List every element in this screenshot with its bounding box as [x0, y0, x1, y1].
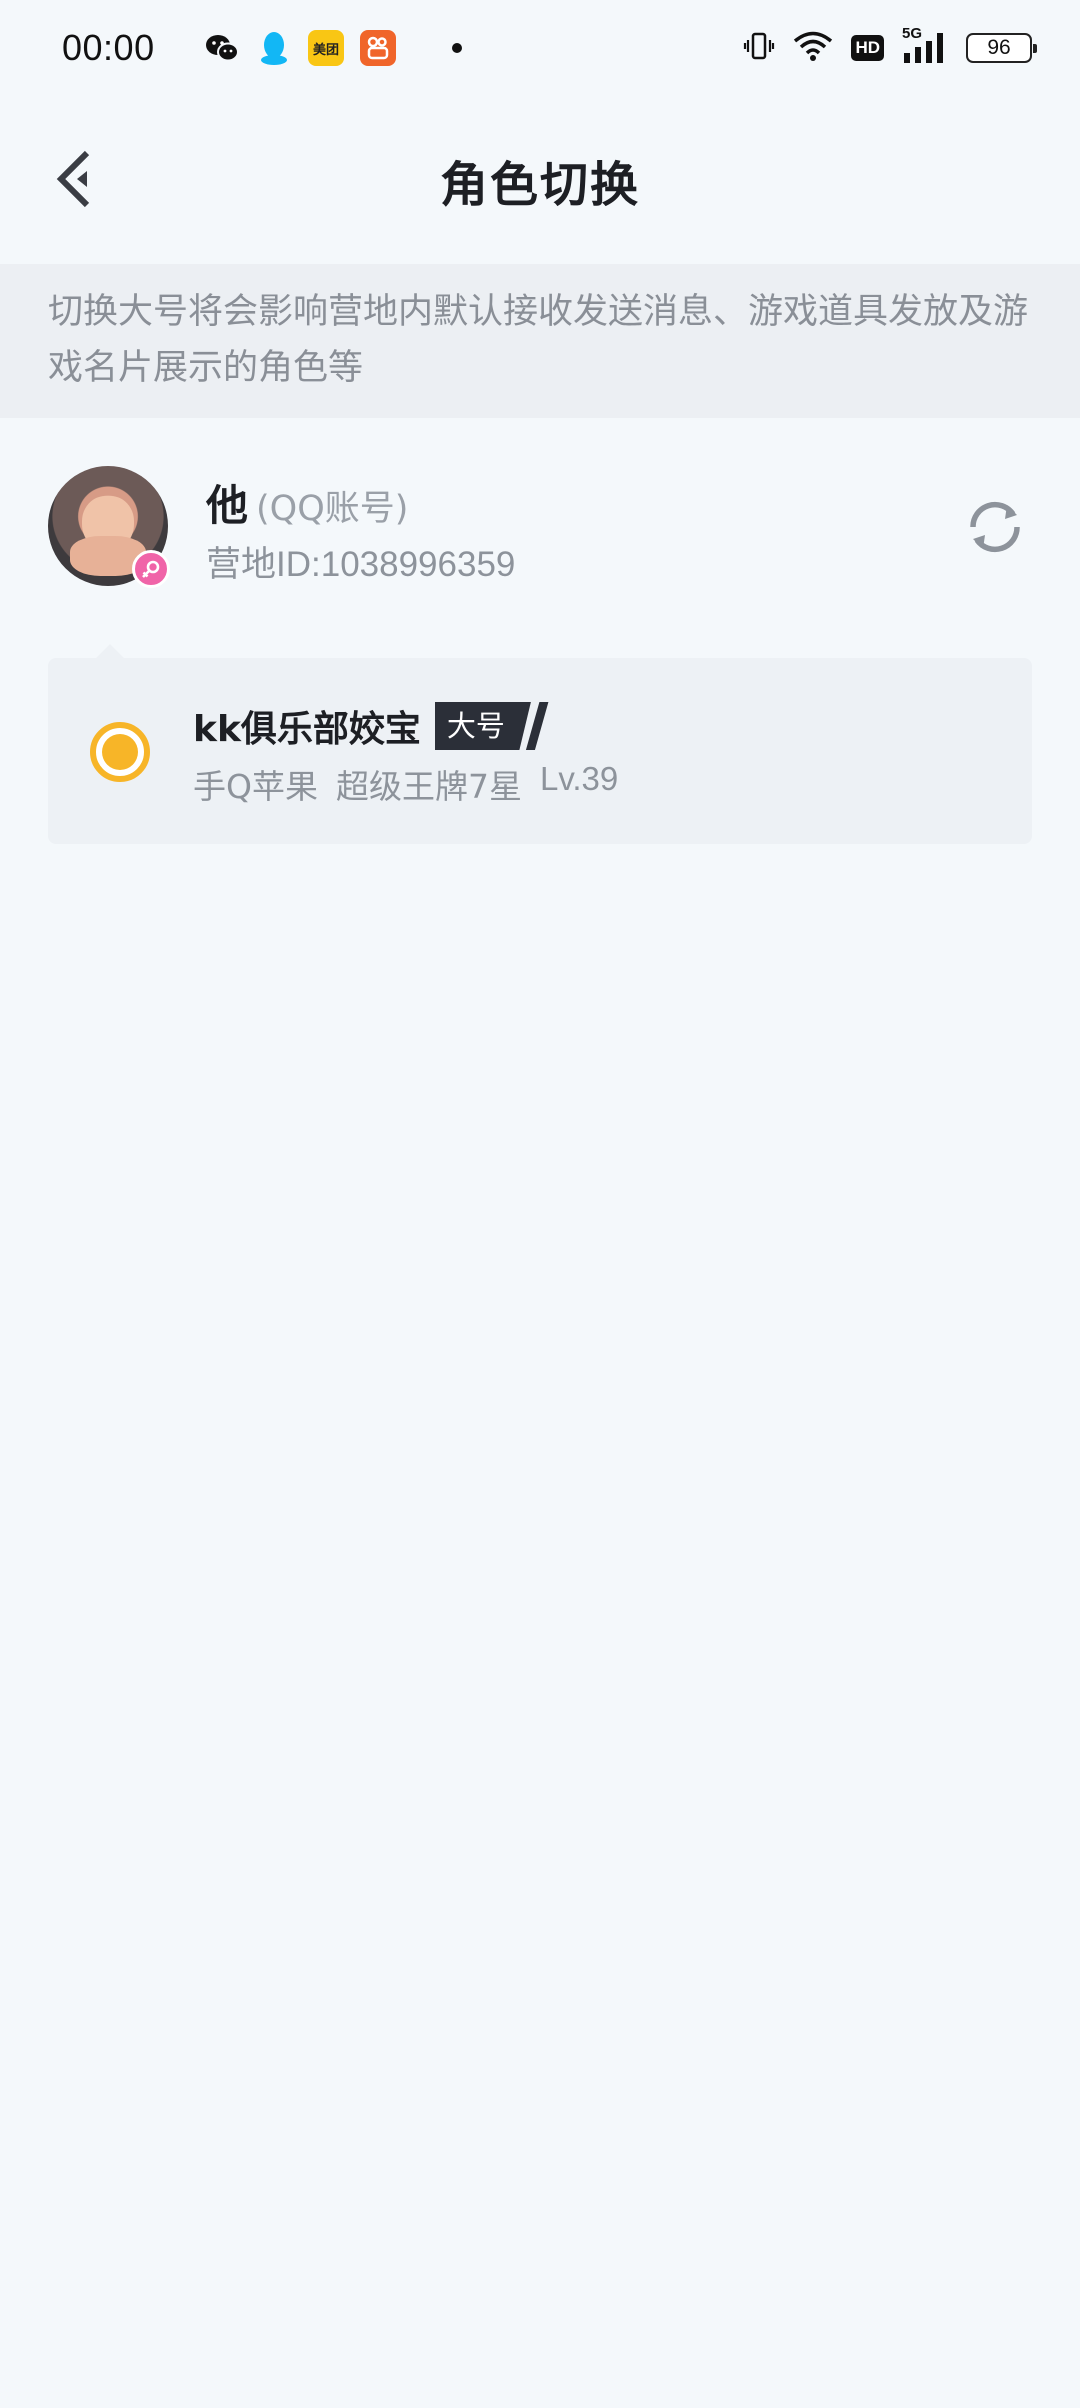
refresh-icon [970, 501, 1020, 553]
radio-selected-dot [102, 734, 138, 770]
role-name: kk俱乐部姣宝 [193, 709, 421, 750]
notice-text: 切换大号将会影响营地内默认接收发送消息、游戏道具发放及游戏名片展示的角色等 [48, 292, 1029, 388]
page-title: 角色切换 [439, 157, 640, 213]
role-card[interactable]: kk俱乐部姣宝 大号 手Q苹果 超级王牌7星 Lv.39 [48, 644, 1032, 844]
hd-badge: HD [851, 35, 884, 61]
account-name-row: 他 (QQ账号) [206, 472, 408, 533]
card-notch [96, 644, 124, 658]
main-account-tag-label: 大号 [434, 702, 531, 750]
role-details: 手Q苹果 超级王牌7星 Lv.39 [193, 760, 618, 808]
main-account-tag: 大号 [434, 702, 553, 750]
role-radio[interactable] [90, 722, 150, 782]
signal-icon: 5G [902, 25, 948, 65]
account-name: 他 [206, 481, 249, 530]
wechat-icon [204, 30, 240, 66]
status-bar: 00:00 美团 HD 5G 96 [0, 0, 1080, 96]
qq-icon [256, 30, 292, 66]
role-rank: 超级王牌7星 [335, 767, 522, 806]
wifi-icon [793, 30, 833, 66]
more-notifications-dot [452, 43, 462, 53]
status-time: 00:00 [62, 27, 155, 68]
role-platform: 手Q苹果 [193, 767, 318, 806]
notification-icons: 美团 [204, 30, 462, 66]
notice-banner: 切换大号将会影响营地内默认接收发送消息、游戏道具发放及游戏名片展示的角色等 [0, 264, 1080, 418]
female-icon [132, 550, 170, 588]
back-button[interactable] [40, 144, 110, 214]
switch-account-button[interactable] [958, 490, 1032, 564]
meituan-icon: 美团 [308, 30, 344, 66]
vibrate-icon [743, 30, 775, 66]
role-level: Lv.39 [539, 760, 619, 797]
system-status: HD 5G 96 [743, 25, 1037, 66]
battery-indicator: 96 [966, 33, 1037, 63]
camp-id: 营地ID:1038996359 [206, 545, 516, 584]
chevron-left-icon [56, 150, 90, 208]
header: 角色切换 [0, 96, 1080, 264]
role-name-row: kk俱乐部姣宝 大号 [193, 700, 553, 752]
account-row: 他 (QQ账号) 营地ID:1038996359 [0, 460, 1080, 600]
account-type: (QQ账号) [256, 489, 409, 529]
kuaishou-icon [360, 30, 396, 66]
avatar [48, 466, 170, 588]
